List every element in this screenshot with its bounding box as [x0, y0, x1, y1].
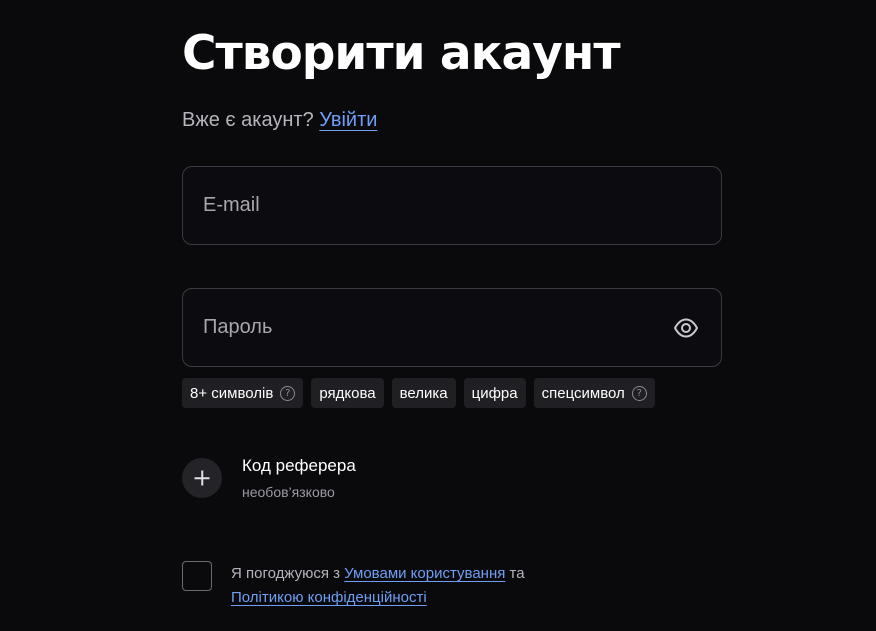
requirement-chip-length: 8+ символів ? [182, 378, 304, 408]
help-icon[interactable]: ? [280, 385, 296, 401]
login-link[interactable]: Увійти [319, 109, 377, 131]
requirement-label: велика [399, 384, 448, 402]
requirement-label: цифра [471, 384, 518, 402]
password-input[interactable] [203, 289, 643, 366]
requirement-chip-lowercase: рядкова [311, 378, 384, 408]
agreement-middle: та [509, 565, 525, 582]
requirement-label: спецсимвол [541, 384, 625, 402]
password-requirements: 8+ символів ? рядкова велика цифра спецс… [182, 378, 655, 408]
requirement-label: рядкова [319, 384, 376, 402]
password-field[interactable] [182, 288, 722, 367]
agreement-prefix: Я погоджуюся з [231, 565, 340, 582]
agree-checkbox[interactable] [182, 561, 212, 591]
login-prompt-line: Вже є акаунт? Увійти [182, 107, 377, 133]
referral-title: Код реферера [242, 456, 356, 475]
plus-icon[interactable] [182, 458, 222, 498]
eye-icon[interactable] [673, 315, 699, 341]
signup-page: Створити акаунт Вже є акаунт? Увійти 8+ … [0, 0, 876, 631]
page-title: Створити акаунт [182, 26, 621, 81]
add-referral-code-button[interactable]: Код реферера необов’язково [182, 456, 482, 502]
requirement-chip-special: спецсимвол ? [533, 378, 655, 408]
requirement-chip-uppercase: велика [391, 378, 456, 408]
requirement-label: 8+ символів [190, 384, 274, 402]
referral-subtitle: необов’язково [242, 484, 335, 500]
privacy-link[interactable]: Політикою конфіденційності [231, 589, 427, 606]
email-input[interactable] [203, 167, 643, 244]
terms-link[interactable]: Умовами користування [344, 565, 505, 582]
help-icon[interactable]: ? [631, 385, 647, 401]
login-prompt: Вже є акаунт? [182, 109, 314, 131]
agreement-text: Я погоджуюся з Умовами користування та П… [231, 562, 611, 610]
email-field[interactable] [182, 166, 722, 245]
requirement-chip-digit: цифра [463, 378, 526, 408]
